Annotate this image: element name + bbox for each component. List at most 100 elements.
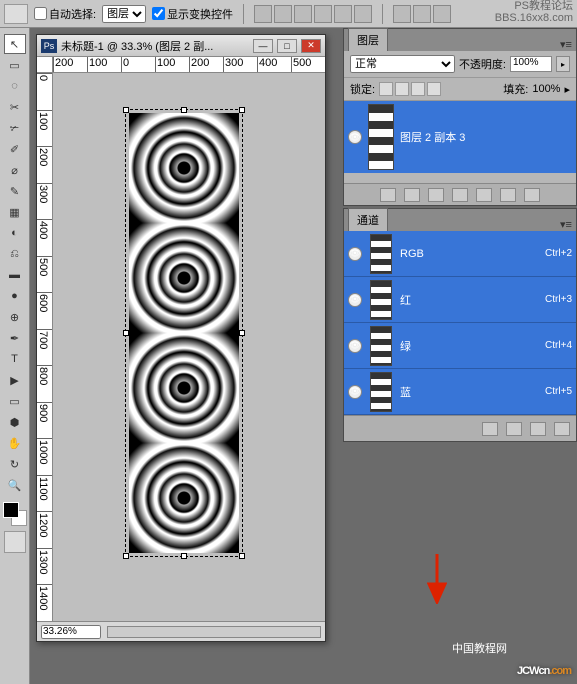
- blend-mode-dropdown[interactable]: 正常: [350, 55, 455, 73]
- transform-handle[interactable]: [181, 107, 187, 113]
- delete-icon[interactable]: [524, 188, 540, 202]
- channel-list[interactable]: 👁RGBCtrl+2👁红Ctrl+3👁绿Ctrl+4👁蓝Ctrl+5: [344, 231, 576, 415]
- visibility-icon[interactable]: 👁: [348, 247, 362, 261]
- eraser-tool[interactable]: ⎌: [4, 244, 26, 264]
- lasso-tool[interactable]: ◌: [4, 76, 26, 96]
- lock-pixels-icon[interactable]: [395, 82, 409, 96]
- heal-tool[interactable]: ⌀: [4, 160, 26, 180]
- new-layer-icon[interactable]: [500, 188, 516, 202]
- show-transform[interactable]: 显示变换控件: [152, 6, 233, 22]
- transform-handle[interactable]: [239, 553, 245, 559]
- distribute-icon[interactable]: [433, 5, 451, 23]
- visibility-icon[interactable]: 👁: [348, 385, 362, 399]
- channel-name[interactable]: RGB: [400, 248, 424, 260]
- auto-select[interactable]: 自动选择:: [34, 6, 96, 22]
- layer-name[interactable]: 图层 2 副本 3: [400, 129, 465, 145]
- auto-select-checkbox[interactable]: [34, 7, 47, 20]
- close-button[interactable]: ✕: [301, 39, 321, 53]
- layers-tab[interactable]: 图层: [348, 28, 388, 51]
- mask-icon[interactable]: [428, 188, 444, 202]
- lock-all-icon[interactable]: [427, 82, 441, 96]
- move-tool[interactable]: ↖: [4, 34, 26, 54]
- channel-row[interactable]: 👁RGBCtrl+2: [344, 231, 576, 277]
- zoom-tool[interactable]: 🔍: [4, 475, 26, 495]
- blur-tool[interactable]: ●: [4, 286, 26, 306]
- zoom-input[interactable]: [41, 625, 101, 639]
- channel-name[interactable]: 蓝: [400, 384, 411, 400]
- scrollbar-h[interactable]: [107, 626, 321, 638]
- lock-position-icon[interactable]: [411, 82, 425, 96]
- distribute-icon[interactable]: [393, 5, 411, 23]
- layer-list[interactable]: 👁 图层 2 副本 3: [344, 101, 576, 183]
- align-icon[interactable]: [314, 5, 332, 23]
- type-tool[interactable]: T: [4, 349, 26, 369]
- visibility-icon[interactable]: 👁: [348, 339, 362, 353]
- history-brush-tool[interactable]: ◐: [4, 223, 26, 243]
- adjustment-icon[interactable]: [452, 188, 468, 202]
- layer-thumbnail[interactable]: [368, 104, 394, 170]
- transform-handle[interactable]: [181, 553, 187, 559]
- marquee-tool[interactable]: ▭: [4, 55, 26, 75]
- transform-frame[interactable]: [125, 109, 243, 557]
- channel-name[interactable]: 绿: [400, 338, 411, 354]
- panel-menu-icon[interactable]: ▾≡: [556, 38, 576, 51]
- align-icon[interactable]: [274, 5, 292, 23]
- quick-select-tool[interactable]: ✂: [4, 97, 26, 117]
- delete-channel-icon[interactable]: [554, 422, 570, 436]
- minimize-button[interactable]: —: [253, 39, 273, 53]
- stamp-tool[interactable]: ▦: [4, 202, 26, 222]
- load-selection-icon[interactable]: [482, 422, 498, 436]
- transform-handle[interactable]: [123, 107, 129, 113]
- hand-tool[interactable]: ✋: [4, 433, 26, 453]
- quickmask-toggle[interactable]: [4, 531, 26, 553]
- crop-tool[interactable]: ✃: [4, 118, 26, 138]
- align-icon[interactable]: [294, 5, 312, 23]
- opacity-value[interactable]: 100%: [510, 56, 552, 72]
- channel-thumbnail[interactable]: [370, 234, 392, 274]
- pen-tool[interactable]: ✒: [4, 328, 26, 348]
- transform-handle[interactable]: [239, 107, 245, 113]
- align-icon[interactable]: [334, 5, 352, 23]
- opacity-arrow-icon[interactable]: ▸: [556, 56, 570, 72]
- channel-thumbnail[interactable]: [370, 326, 392, 366]
- auto-select-dropdown[interactable]: 图层: [102, 5, 146, 23]
- canvas[interactable]: [53, 73, 325, 621]
- channels-tab[interactable]: 通道: [348, 208, 388, 231]
- channel-row[interactable]: 👁蓝Ctrl+5: [344, 369, 576, 415]
- fill-arrow-icon[interactable]: ▸: [564, 83, 570, 96]
- save-selection-icon[interactable]: [506, 422, 522, 436]
- lock-transparency-icon[interactable]: [379, 82, 393, 96]
- align-icon[interactable]: [354, 5, 372, 23]
- ruler-vertical[interactable]: 0100200300400500600700800900100011001200…: [37, 73, 53, 621]
- dodge-tool[interactable]: ⊕: [4, 307, 26, 327]
- transform-handle[interactable]: [123, 330, 129, 336]
- rotate-view-tool[interactable]: ↻: [4, 454, 26, 474]
- channel-thumbnail[interactable]: [370, 372, 392, 412]
- visibility-icon[interactable]: 👁: [348, 130, 362, 144]
- visibility-icon[interactable]: 👁: [348, 293, 362, 307]
- distribute-icon[interactable]: [413, 5, 431, 23]
- eyedropper-tool[interactable]: ✐: [4, 139, 26, 159]
- document-titlebar[interactable]: Ps 未标题-1 @ 33.3% (图层 2 副... — □ ✕: [37, 35, 325, 57]
- channel-thumbnail[interactable]: [370, 280, 392, 320]
- show-transform-checkbox[interactable]: [152, 7, 165, 20]
- new-channel-icon[interactable]: [530, 422, 546, 436]
- color-swatch[interactable]: [3, 502, 27, 526]
- 3d-tool[interactable]: ⬢: [4, 412, 26, 432]
- fill-value[interactable]: 100%: [532, 83, 560, 95]
- brush-tool[interactable]: ✎: [4, 181, 26, 201]
- link-icon[interactable]: [380, 188, 396, 202]
- tool-preset[interactable]: [4, 4, 28, 24]
- ruler-horizontal[interactable]: 2001000100200300400500: [53, 57, 325, 73]
- panel-menu-icon[interactable]: ▾≡: [556, 218, 576, 231]
- maximize-button[interactable]: □: [277, 39, 297, 53]
- fg-color[interactable]: [3, 502, 19, 518]
- layer-row[interactable]: 👁 图层 2 副本 3: [344, 101, 576, 173]
- transform-handle[interactable]: [123, 553, 129, 559]
- fx-icon[interactable]: [404, 188, 420, 202]
- gradient-tool[interactable]: ▬: [4, 265, 26, 285]
- transform-handle[interactable]: [239, 330, 245, 336]
- path-select-tool[interactable]: ▶: [4, 370, 26, 390]
- channel-row[interactable]: 👁红Ctrl+3: [344, 277, 576, 323]
- channel-name[interactable]: 红: [400, 292, 411, 308]
